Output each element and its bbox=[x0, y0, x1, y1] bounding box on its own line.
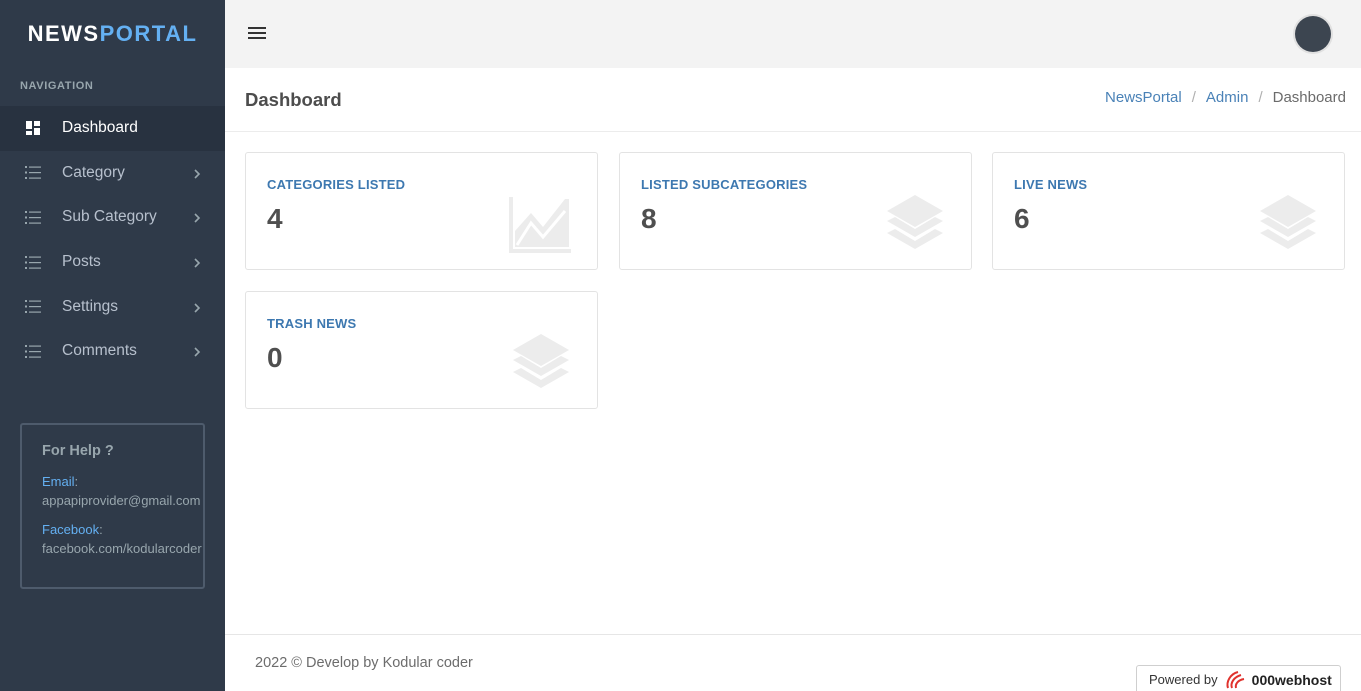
help-email-colon: : bbox=[74, 474, 79, 489]
list-icon bbox=[25, 344, 41, 358]
stat-card-title: LIVE NEWS bbox=[1014, 177, 1088, 192]
help-facebook-label: Facebook: bbox=[42, 520, 203, 539]
sidebar-item-dashboard[interactable]: Dashboard bbox=[0, 106, 225, 151]
help-facebook-value[interactable]: facebook.com/kodularcoder bbox=[42, 539, 203, 558]
brand-logo-part2: PORTAL bbox=[99, 21, 198, 46]
help-facebook-colon: : bbox=[99, 522, 103, 537]
breadcrumb-separator: / bbox=[1258, 89, 1263, 106]
sidebar-item-label: Posts bbox=[62, 253, 101, 271]
help-email-value[interactable]: appapiprovider@gmail.com bbox=[42, 491, 203, 510]
powered-by-badge[interactable]: Powered by 000webhost bbox=[1136, 665, 1341, 691]
stat-card-title: TRASH NEWS bbox=[267, 316, 357, 331]
sidebar-item-label: Settings bbox=[62, 297, 119, 315]
page-title: Dashboard bbox=[245, 89, 342, 110]
sidebar-item-label: Dashboard bbox=[62, 119, 138, 137]
sidebar-item-label: Sub Category bbox=[62, 208, 157, 226]
chevron-right-icon bbox=[193, 211, 201, 224]
chevron-right-icon bbox=[193, 345, 201, 357]
list-icon bbox=[25, 210, 41, 224]
sidebar-item-settings[interactable]: Settings bbox=[0, 284, 225, 329]
stat-card-live-news[interactable]: LIVE NEWS 6 bbox=[992, 152, 1345, 270]
sidebar: NEWS PORTAL NAVIGATION Dashboard Category… bbox=[0, 0, 225, 691]
webhost-name: 000webhost bbox=[1251, 671, 1332, 688]
area-chart-icon bbox=[509, 193, 573, 253]
list-icon bbox=[25, 300, 41, 314]
breadcrumb-item-newsportal[interactable]: NewsPortal bbox=[1105, 89, 1182, 106]
stat-card-title: CATEGORIES LISTED bbox=[267, 177, 406, 192]
sidebar-menu: Dashboard Category Sub Category Posts Se… bbox=[0, 106, 225, 374]
sidebar-item-label: Comments bbox=[62, 342, 137, 360]
chevron-right-icon bbox=[193, 256, 201, 268]
dashboard-icon bbox=[25, 121, 41, 136]
sidebar-item-posts[interactable]: Posts bbox=[0, 240, 225, 285]
sidebar-item-comments[interactable]: Comments bbox=[0, 329, 225, 374]
stat-card-value: 0 bbox=[267, 342, 283, 373]
layers-icon bbox=[883, 193, 947, 253]
help-title: For Help ? bbox=[42, 443, 114, 459]
help-email-label-text: Email bbox=[42, 474, 75, 489]
help-facebook-label-text: Facebook bbox=[42, 522, 100, 537]
list-icon bbox=[25, 255, 41, 269]
stat-card-value: 8 bbox=[641, 203, 657, 234]
breadcrumb-item-admin[interactable]: Admin bbox=[1206, 89, 1249, 106]
help-box: For Help ? Email: appapiprovider@gmail.c… bbox=[20, 423, 205, 589]
sidebar-item-category[interactable]: Category bbox=[0, 151, 225, 196]
help-email-label: Email: bbox=[42, 472, 203, 491]
topbar bbox=[225, 0, 1361, 68]
breadcrumb-item-dashboard: Dashboard bbox=[1272, 89, 1346, 106]
stat-card-value: 6 bbox=[1014, 203, 1030, 234]
brand-logo[interactable]: NEWS PORTAL bbox=[0, 0, 225, 68]
list-icon bbox=[25, 166, 41, 180]
chevron-right-icon bbox=[193, 301, 201, 313]
powered-by-label: Powered by bbox=[1149, 672, 1218, 687]
stat-card-trash-news[interactable]: TRASH NEWS 0 bbox=[245, 291, 598, 409]
brand-logo-part1: NEWS bbox=[27, 21, 100, 46]
footer-text: 2022 © Develop by Kodular coder bbox=[255, 655, 473, 671]
stat-card-subcategories[interactable]: LISTED SUBCATEGORIES 8 bbox=[619, 152, 972, 270]
breadcrumb: NewsPortal / Admin / Dashboard bbox=[1105, 89, 1346, 106]
breadcrumb-separator: / bbox=[1191, 89, 1196, 106]
hamburger-icon[interactable] bbox=[247, 24, 267, 42]
stat-card-value: 4 bbox=[267, 203, 283, 234]
page-title-bar: Dashboard NewsPortal / Admin / Dashboard bbox=[225, 68, 1361, 132]
footer: 2022 © Develop by Kodular coder Powered … bbox=[225, 634, 1361, 691]
sidebar-item-label: Category bbox=[62, 163, 125, 181]
chevron-right-icon bbox=[193, 167, 201, 179]
nav-section-title: NAVIGATION bbox=[20, 80, 94, 92]
stat-card-title: LISTED SUBCATEGORIES bbox=[641, 177, 808, 192]
sidebar-item-sub-category[interactable]: Sub Category bbox=[0, 195, 225, 240]
layers-icon bbox=[509, 332, 573, 392]
webhost-logo-icon bbox=[1224, 670, 1248, 690]
layers-icon bbox=[1256, 193, 1320, 253]
user-avatar[interactable] bbox=[1295, 16, 1331, 52]
stat-card-categories[interactable]: CATEGORIES LISTED 4 bbox=[245, 152, 598, 270]
